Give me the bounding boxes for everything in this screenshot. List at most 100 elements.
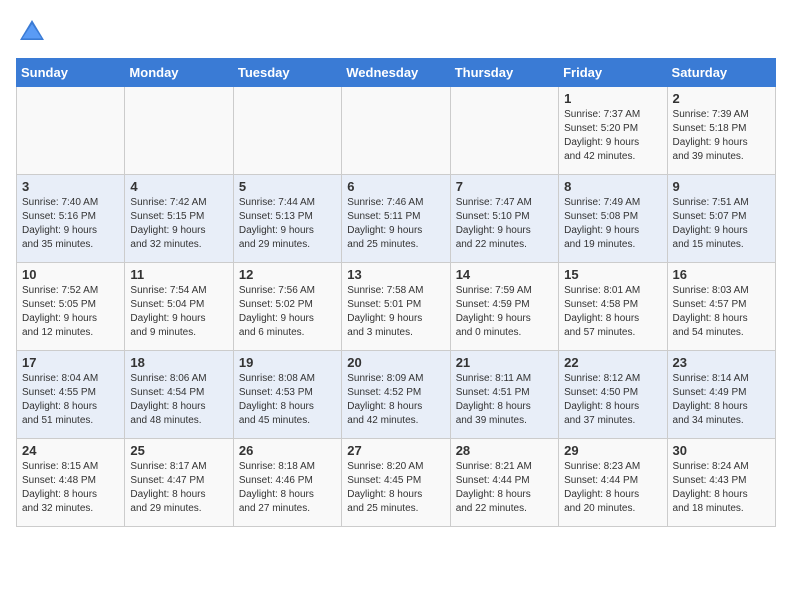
header <box>16 16 776 48</box>
day-number: 6 <box>347 179 444 194</box>
calendar-cell: 11Sunrise: 7:54 AM Sunset: 5:04 PM Dayli… <box>125 263 233 351</box>
calendar-cell: 26Sunrise: 8:18 AM Sunset: 4:46 PM Dayli… <box>233 439 341 527</box>
day-info: Sunrise: 7:46 AM Sunset: 5:11 PM Dayligh… <box>347 196 444 252</box>
day-number: 3 <box>22 179 119 194</box>
calendar-cell: 12 Sunrise: 7:56 AM Sunset: 5:02 PM Dayli… <box>233 263 341 351</box>
day-number: 19 <box>239 355 336 370</box>
calendar-cell: 19 Sunrise: 8:08 AM Sunset: 4:53 PM Dayli… <box>233 351 341 439</box>
calendar-cell: 10 Sunrise: 7:52 AM Sunset: 5:05 PM Dayli… <box>17 263 125 351</box>
day-number: 20 <box>347 355 444 370</box>
calendar-cell: 2Sunrise: 7:39 AM Sunset: 5:18 PM Daylig… <box>667 87 775 175</box>
day-info: Sunrise: 7:59 AM Sunset: 4:59 PM Dayligh… <box>456 284 553 340</box>
day-number: 26 <box>239 443 336 458</box>
calendar-table: Sunday Monday Tuesday Wednesday Thursday… <box>16 58 776 527</box>
day-number: 14 <box>456 267 553 282</box>
day-info: Sunrise: 7:40 AM Sunset: 5:16 PM Dayligh… <box>22 196 119 252</box>
day-number: 24 <box>22 443 119 458</box>
day-number: 18 <box>130 355 227 370</box>
header-row: Sunday Monday Tuesday Wednesday Thursday… <box>17 59 776 87</box>
day-info: Sunrise: 7:49 AM Sunset: 5:08 PM Dayligh… <box>564 196 661 252</box>
week-row-5: 24 Sunrise: 8:15 AM Sunset: 4:48 PM Dayli… <box>17 439 776 527</box>
calendar-cell: 21Sunrise: 8:11 AM Sunset: 4:51 PM Dayli… <box>450 351 558 439</box>
header-wednesday: Wednesday <box>342 59 450 87</box>
calendar-cell: 27 Sunrise: 8:20 AM Sunset: 4:45 PM Dayli… <box>342 439 450 527</box>
day-number: 21 <box>456 355 553 370</box>
day-number: 13 <box>347 267 444 282</box>
day-info: Sunrise: 7:42 AM Sunset: 5:15 PM Dayligh… <box>130 196 227 252</box>
calendar-cell <box>233 87 341 175</box>
day-number: 8 <box>564 179 661 194</box>
day-info: Sunrise: 8:20 AM Sunset: 4:45 PM Dayligh… <box>347 460 444 516</box>
day-info: Sunrise: 8:04 AM Sunset: 4:55 PM Dayligh… <box>22 372 119 428</box>
day-info: Sunrise: 7:52 AM Sunset: 5:05 PM Dayligh… <box>22 284 119 340</box>
calendar-cell: 5Sunrise: 7:44 AM Sunset: 5:13 PM Daylig… <box>233 175 341 263</box>
header-sunday: Sunday <box>17 59 125 87</box>
day-number: 30 <box>673 443 770 458</box>
calendar-cell: 29 Sunrise: 8:23 AM Sunset: 4:44 PM Dayli… <box>559 439 667 527</box>
calendar-cell: 20 Sunrise: 8:09 AM Sunset: 4:52 PM Dayli… <box>342 351 450 439</box>
calendar-cell: 30 Sunrise: 8:24 AM Sunset: 4:43 PM Dayli… <box>667 439 775 527</box>
calendar-cell: 22Sunrise: 8:12 AM Sunset: 4:50 PM Dayli… <box>559 351 667 439</box>
calendar-cell: 18 Sunrise: 8:06 AM Sunset: 4:54 PM Dayli… <box>125 351 233 439</box>
day-info: Sunrise: 7:56 AM Sunset: 5:02 PM Dayligh… <box>239 284 336 340</box>
header-thursday: Thursday <box>450 59 558 87</box>
day-info: Sunrise: 8:21 AM Sunset: 4:44 PM Dayligh… <box>456 460 553 516</box>
day-number: 12 <box>239 267 336 282</box>
calendar-cell: 25 Sunrise: 8:17 AM Sunset: 4:47 PM Dayli… <box>125 439 233 527</box>
calendar-cell: 3 Sunrise: 7:40 AM Sunset: 5:16 PM Daylig… <box>17 175 125 263</box>
day-number: 16 <box>673 267 770 282</box>
week-row-1: 1 Sunrise: 7:37 AM Sunset: 5:20 PM Daylig… <box>17 87 776 175</box>
day-number: 11 <box>130 267 227 282</box>
day-info: Sunrise: 8:17 AM Sunset: 4:47 PM Dayligh… <box>130 460 227 516</box>
day-number: 27 <box>347 443 444 458</box>
day-info: Sunrise: 8:15 AM Sunset: 4:48 PM Dayligh… <box>22 460 119 516</box>
logo <box>16 16 52 48</box>
day-number: 17 <box>22 355 119 370</box>
calendar-cell: 23 Sunrise: 8:14 AM Sunset: 4:49 PM Dayli… <box>667 351 775 439</box>
day-info: Sunrise: 7:44 AM Sunset: 5:13 PM Dayligh… <box>239 196 336 252</box>
day-info: Sunrise: 8:24 AM Sunset: 4:43 PM Dayligh… <box>673 460 770 516</box>
day-info: Sunrise: 7:37 AM Sunset: 5:20 PM Dayligh… <box>564 108 661 164</box>
calendar-cell: 28 Sunrise: 8:21 AM Sunset: 4:44 PM Dayli… <box>450 439 558 527</box>
calendar-cell: 1 Sunrise: 7:37 AM Sunset: 5:20 PM Daylig… <box>559 87 667 175</box>
day-info: Sunrise: 8:01 AM Sunset: 4:58 PM Dayligh… <box>564 284 661 340</box>
calendar-cell: 6 Sunrise: 7:46 AM Sunset: 5:11 PM Daylig… <box>342 175 450 263</box>
calendar-cell <box>125 87 233 175</box>
day-info: Sunrise: 7:51 AM Sunset: 5:07 PM Dayligh… <box>673 196 770 252</box>
day-info: Sunrise: 7:47 AM Sunset: 5:10 PM Dayligh… <box>456 196 553 252</box>
day-number: 9 <box>673 179 770 194</box>
day-number: 22 <box>564 355 661 370</box>
day-number: 23 <box>673 355 770 370</box>
day-number: 29 <box>564 443 661 458</box>
calendar-cell: 8 Sunrise: 7:49 AM Sunset: 5:08 PM Daylig… <box>559 175 667 263</box>
day-number: 4 <box>130 179 227 194</box>
day-info: Sunrise: 7:58 AM Sunset: 5:01 PM Dayligh… <box>347 284 444 340</box>
header-monday: Monday <box>125 59 233 87</box>
logo-icon <box>16 16 48 48</box>
day-number: 28 <box>456 443 553 458</box>
calendar-cell: 24 Sunrise: 8:15 AM Sunset: 4:48 PM Dayli… <box>17 439 125 527</box>
calendar-cell: 13 Sunrise: 7:58 AM Sunset: 5:01 PM Dayli… <box>342 263 450 351</box>
calendar-header: Sunday Monday Tuesday Wednesday Thursday… <box>17 59 776 87</box>
calendar-cell: 4 Sunrise: 7:42 AM Sunset: 5:15 PM Daylig… <box>125 175 233 263</box>
calendar-cell: 14 Sunrise: 7:59 AM Sunset: 4:59 PM Dayli… <box>450 263 558 351</box>
day-number: 1 <box>564 91 661 106</box>
day-number: 15 <box>564 267 661 282</box>
day-number: 25 <box>130 443 227 458</box>
header-tuesday: Tuesday <box>233 59 341 87</box>
day-info: Sunrise: 8:03 AM Sunset: 4:57 PM Dayligh… <box>673 284 770 340</box>
day-info: Sunrise: 8:09 AM Sunset: 4:52 PM Dayligh… <box>347 372 444 428</box>
calendar-cell: 16 Sunrise: 8:03 AM Sunset: 4:57 PM Dayli… <box>667 263 775 351</box>
week-row-4: 17 Sunrise: 8:04 AM Sunset: 4:55 PM Dayli… <box>17 351 776 439</box>
calendar-cell <box>342 87 450 175</box>
day-info: Sunrise: 8:06 AM Sunset: 4:54 PM Dayligh… <box>130 372 227 428</box>
header-saturday: Saturday <box>667 59 775 87</box>
calendar-cell: 9 Sunrise: 7:51 AM Sunset: 5:07 PM Daylig… <box>667 175 775 263</box>
calendar-cell: 7Sunrise: 7:47 AM Sunset: 5:10 PM Daylig… <box>450 175 558 263</box>
day-info: Sunrise: 8:23 AM Sunset: 4:44 PM Dayligh… <box>564 460 661 516</box>
day-number: 2 <box>673 91 770 106</box>
calendar-cell: 15 Sunrise: 8:01 AM Sunset: 4:58 PM Dayli… <box>559 263 667 351</box>
day-info: Sunrise: 8:08 AM Sunset: 4:53 PM Dayligh… <box>239 372 336 428</box>
day-info: Sunrise: 8:14 AM Sunset: 4:49 PM Dayligh… <box>673 372 770 428</box>
day-number: 10 <box>22 267 119 282</box>
